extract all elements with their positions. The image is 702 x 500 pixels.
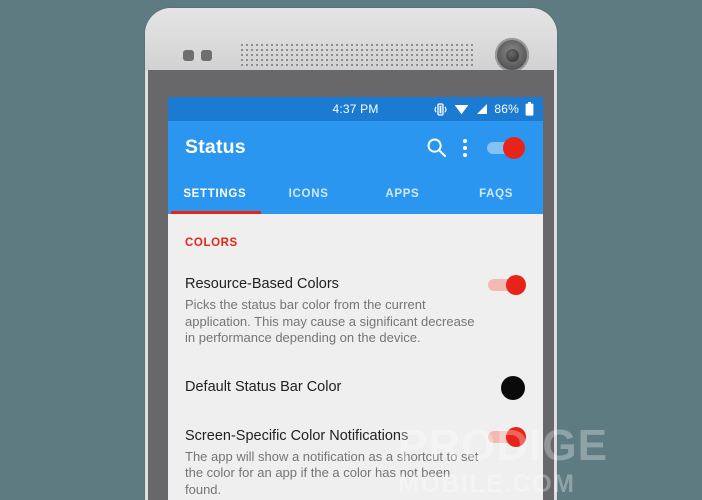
- overflow-menu-icon: [463, 138, 467, 143]
- color-swatch-default-status-bar[interactable]: [501, 375, 525, 400]
- master-toggle-switch[interactable]: [487, 136, 525, 159]
- app-toolbar: Status: [168, 121, 543, 174]
- earpiece-speaker-grille-icon: [241, 44, 473, 68]
- page-title: Status: [185, 136, 246, 158]
- setting-title: Screen-Specific Color Notifications: [185, 427, 409, 444]
- overflow-menu-icon: [463, 145, 467, 150]
- sensor-dots: [183, 50, 217, 62]
- tab-apps[interactable]: APPS: [356, 174, 450, 214]
- setting-title: Resource-Based Colors: [185, 276, 339, 292]
- setting-summary: The app will show a notification as a sh…: [185, 448, 479, 497]
- battery-percent-label: 86%: [494, 102, 519, 116]
- status-bar-icons: 86%: [433, 102, 534, 116]
- signal-icon: [477, 104, 488, 114]
- search-icon: [427, 138, 447, 158]
- tab-bar: SETTINGS ICONS APPS FAQS: [168, 174, 543, 214]
- front-camera-icon: [495, 38, 529, 72]
- setting-summary: Picks the status bar color from the curr…: [185, 297, 475, 345]
- light-sensor-icon: [201, 50, 212, 61]
- tab-faqs[interactable]: FAQS: [449, 174, 543, 214]
- proximity-sensor-icon: [183, 50, 194, 61]
- tab-settings[interactable]: SETTINGS: [168, 174, 262, 214]
- wifi-icon: [454, 105, 469, 115]
- switch-thumb: [503, 136, 525, 159]
- setting-title: Default Status Bar Color: [185, 378, 342, 395]
- overflow-menu-icon: [463, 152, 467, 157]
- vibrate-icon: [434, 102, 447, 116]
- android-status-bar: 4:37 PM 86%: [168, 97, 543, 121]
- overflow-menu-button[interactable]: [463, 138, 467, 157]
- toggle-switch-resource-based-colors[interactable]: [488, 275, 526, 295]
- switch-thumb: [506, 275, 526, 295]
- search-button[interactable]: [426, 137, 447, 158]
- switch-thumb: [506, 426, 526, 447]
- phone-device-frame: 4:37 PM 86% Status SETTINGS ICONS APPS F…: [145, 8, 557, 500]
- screen-bezel: 4:37 PM 86% Status SETTINGS ICONS APPS F…: [148, 70, 554, 500]
- setting-row-screen-specific-color-notifications[interactable]: Screen-Specific Color Notifications The …: [185, 426, 526, 499]
- toggle-switch-screen-specific-notifications[interactable]: [488, 426, 526, 447]
- phone-screen: 4:37 PM 86% Status SETTINGS ICONS APPS F…: [168, 97, 543, 500]
- battery-icon: [525, 102, 534, 116]
- section-header-colors: COLORS: [185, 237, 238, 249]
- settings-list: COLORS Resource-Based Colors Picks the s…: [168, 214, 543, 500]
- tab-icons[interactable]: ICONS: [262, 174, 356, 214]
- setting-row-resource-based-colors[interactable]: Resource-Based Colors Picks the status b…: [185, 275, 526, 347]
- setting-row-default-status-bar-color[interactable]: Default Status Bar Color: [185, 375, 526, 400]
